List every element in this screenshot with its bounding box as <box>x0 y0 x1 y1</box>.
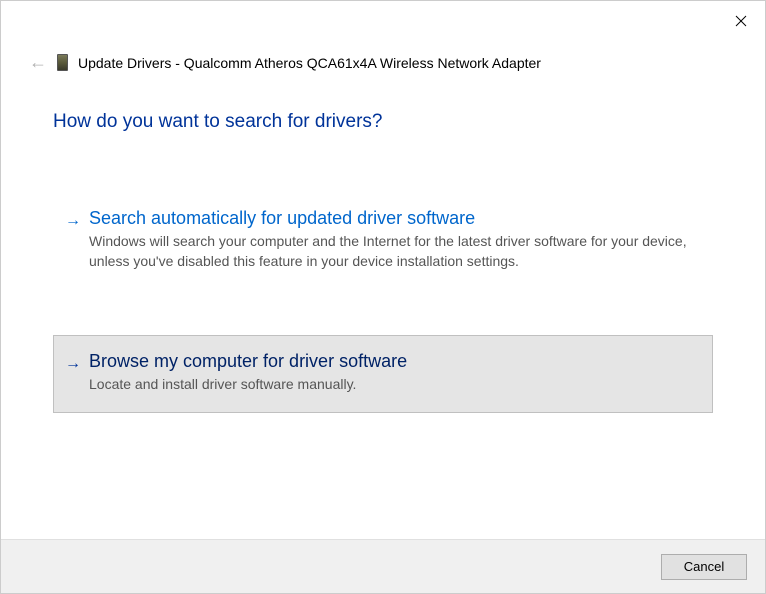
options-list: → Search automatically for updated drive… <box>53 192 713 413</box>
main-heading: How do you want to search for drivers? <box>53 111 713 133</box>
option-text: Search automatically for updated driver … <box>89 208 693 271</box>
arrow-right-icon: → <box>65 355 81 373</box>
footer-bar: Cancel <box>1 539 765 593</box>
device-icon <box>57 54 68 71</box>
header-row: ← Update Drivers - Qualcomm Atheros QCA6… <box>1 1 765 73</box>
option-search-automatically[interactable]: → Search automatically for updated drive… <box>53 192 713 289</box>
option-title: Search automatically for updated driver … <box>89 208 693 229</box>
option-title: Browse my computer for driver software <box>89 351 693 372</box>
content-area: How do you want to search for drivers? →… <box>1 73 765 413</box>
option-text: Browse my computer for driver software L… <box>89 351 693 395</box>
close-button[interactable] <box>731 11 751 31</box>
arrow-right-icon: → <box>65 212 81 230</box>
option-description: Locate and install driver software manua… <box>89 375 693 395</box>
header-title: Update Drivers - Qualcomm Atheros QCA61x… <box>78 55 541 71</box>
cancel-button[interactable]: Cancel <box>661 554 747 580</box>
back-arrow-icon: ← <box>29 52 47 73</box>
option-browse-computer[interactable]: → Browse my computer for driver software… <box>53 335 713 413</box>
close-icon <box>735 15 747 27</box>
option-description: Windows will search your computer and th… <box>89 232 693 271</box>
